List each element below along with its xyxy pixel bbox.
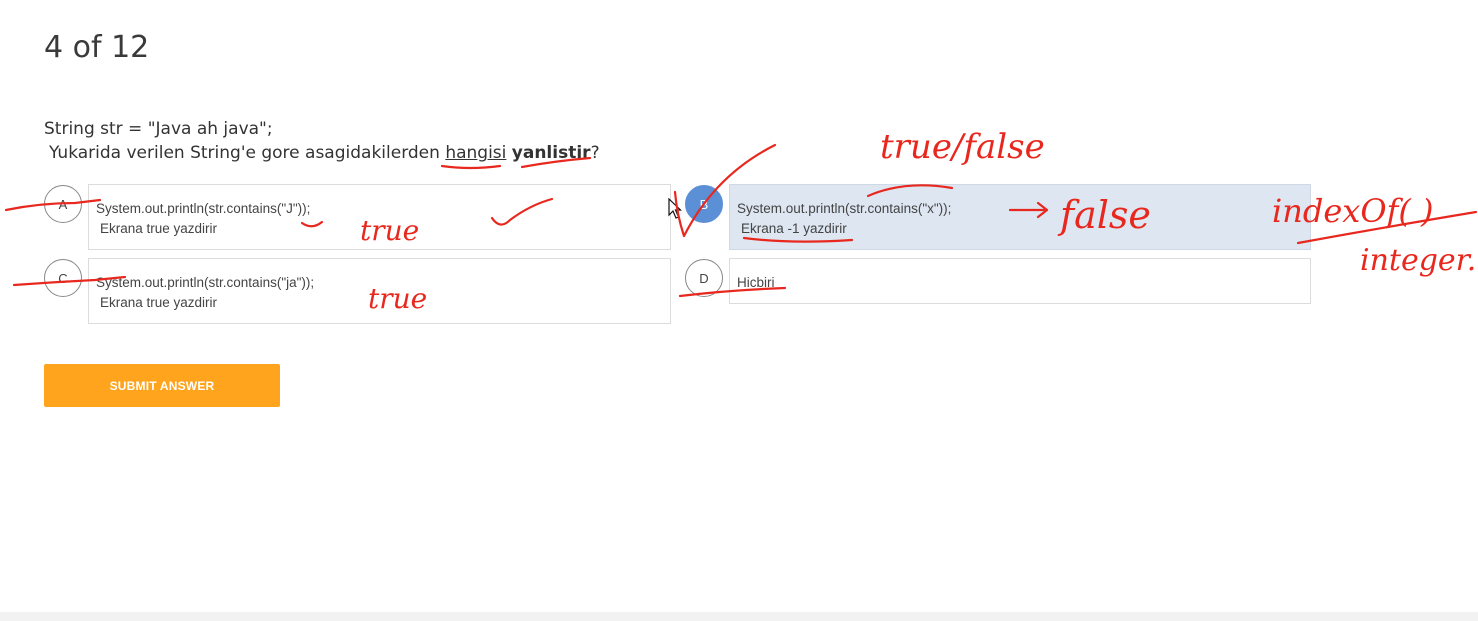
question-progress: 4 of 12: [44, 30, 150, 65]
question-line-2: Yukarida verilen String'e gore asagidaki…: [44, 141, 600, 165]
option-c[interactable]: System.out.println(str.contains("ja")); …: [88, 258, 671, 324]
option-b-marker[interactable]: B: [685, 185, 723, 223]
question-text: String str = "Java ah java"; Yukarida ve…: [44, 117, 600, 165]
option-d-text: Hicbiri: [737, 275, 775, 290]
note-integer: integer.: [1360, 243, 1476, 278]
option-a[interactable]: System.out.println(str.contains("J")); E…: [88, 184, 671, 250]
option-c-marker[interactable]: C: [44, 259, 82, 297]
question-line-1: String str = "Java ah java";: [44, 119, 273, 139]
option-a-marker[interactable]: A: [44, 185, 82, 223]
mouse-pointer-icon: [668, 198, 682, 219]
option-b-text: Ekrana -1 yazdirir: [741, 221, 847, 236]
question-word-yanlistir: yanlistir: [511, 143, 591, 163]
option-a-code: System.out.println(str.contains("J"));: [96, 201, 311, 216]
footer-strip: [0, 612, 1478, 621]
option-c-code: System.out.println(str.contains("ja"));: [96, 275, 315, 290]
option-c-text: Ekrana true yazdirir: [100, 295, 218, 310]
slash-right: [1296, 210, 1478, 245]
option-d[interactable]: Hicbiri: [729, 258, 1311, 304]
underline-hangisi: [440, 164, 502, 170]
option-b[interactable]: System.out.println(str.contains("x")); E…: [729, 184, 1311, 250]
note-true-false: true/false: [880, 127, 1045, 167]
option-a-text: Ekrana true yazdirir: [100, 221, 218, 236]
question-word-hangisi: hangisi: [445, 143, 507, 163]
question-line-2-suffix: ?: [590, 143, 600, 163]
option-d-marker[interactable]: D: [685, 259, 723, 297]
option-b-code: System.out.println(str.contains("x"));: [737, 201, 952, 216]
question-line-2-prefix: Yukarida verilen String'e gore asagidaki…: [49, 143, 446, 163]
submit-answer-button[interactable]: SUBMIT ANSWER: [44, 364, 280, 407]
